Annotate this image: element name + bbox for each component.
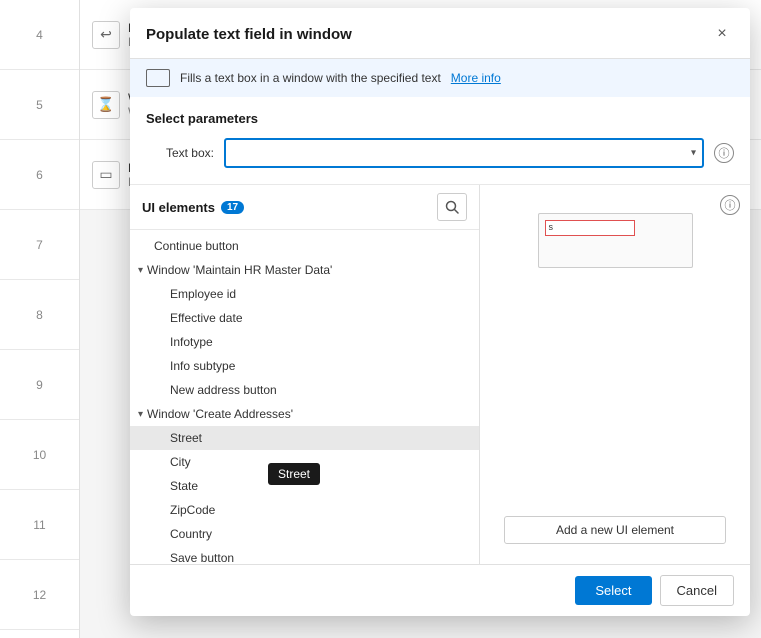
row-5: 5 [0, 70, 79, 140]
row-7: 7 [0, 210, 79, 280]
list-item-window-create[interactable]: ▾ Window 'Create Addresses' [130, 402, 479, 426]
state-label: State [170, 479, 198, 493]
select-button[interactable]: Select [575, 576, 651, 605]
info-bar: Fills a text box in a window with the sp… [130, 59, 750, 97]
row-9: 9 [0, 350, 79, 420]
street-label: Street [170, 431, 202, 445]
preview-panel: ⓘ s Add a new UI element [480, 185, 750, 564]
preview-field: s [545, 220, 635, 236]
list-item-street[interactable]: Street [130, 426, 479, 450]
text-box-label: Text box: [146, 146, 214, 160]
info-box-icon [146, 69, 170, 87]
infotype-label: Infotype [170, 335, 213, 349]
task-5-icon: ⌛ [92, 91, 120, 119]
ui-elements-list: Continue button ▾ Window 'Maintain HR Ma… [130, 230, 479, 564]
preview-box: s [538, 213, 693, 268]
info-bar-text: Fills a text box in a window with the sp… [180, 71, 441, 85]
text-box-select[interactable] [224, 138, 704, 168]
zipcode-label: ZipCode [170, 503, 215, 517]
info-subtype-label: Info subtype [170, 359, 235, 373]
dialog: Populate text field in window × Fills a … [130, 8, 750, 616]
ui-elements-header: UI elements 17 [130, 185, 479, 230]
list-item-state[interactable]: State [130, 474, 479, 498]
row-11: 11 [0, 490, 79, 560]
add-ui-element-button[interactable]: Add a new UI element [504, 516, 725, 544]
task-4-icon: ↩ [92, 21, 120, 49]
list-item-country[interactable]: Country [130, 522, 479, 546]
list-item-city[interactable]: City [130, 450, 479, 474]
dialog-header: Populate text field in window × [130, 8, 750, 59]
list-item-save-button[interactable]: Save button [130, 546, 479, 564]
params-section: Select parameters Text box: ▾ ⓘ [130, 97, 750, 184]
preview-info-button[interactable]: ⓘ [720, 195, 740, 215]
list-item-new-address-button[interactable]: New address button [130, 378, 479, 402]
dialog-body: UI elements 17 Continue button ▾ [130, 184, 750, 564]
expand-icon: ▾ [138, 265, 143, 276]
row-8: 8 [0, 280, 79, 350]
close-button[interactable]: × [710, 22, 734, 46]
more-info-link[interactable]: More info [451, 71, 501, 85]
employee-id-label: Employee id [170, 287, 236, 301]
window-hr-label: Window 'Maintain HR Master Data' [147, 263, 332, 277]
row-6: 6 [0, 140, 79, 210]
list-item-continue-button[interactable]: Continue button [130, 234, 479, 258]
list-item-zipcode[interactable]: ZipCode [130, 498, 479, 522]
country-label: Country [170, 527, 212, 541]
task-6-icon: ▭ [92, 161, 120, 189]
list-item-effective-date[interactable]: Effective date [130, 306, 479, 330]
background-rows: 4 5 6 7 8 9 10 11 12 [0, 0, 80, 638]
dialog-footer: Select Cancel [130, 564, 750, 616]
list-item-infotype[interactable]: Infotype [130, 330, 479, 354]
new-address-button-label: New address button [170, 383, 277, 397]
expand-icon-2: ▾ [138, 409, 143, 420]
row-4: 4 [0, 0, 79, 70]
city-label: City [170, 455, 191, 469]
search-button[interactable] [437, 193, 467, 221]
search-icon [445, 200, 459, 214]
list-item-employee-id[interactable]: Employee id [130, 282, 479, 306]
text-box-info-button[interactable]: ⓘ [714, 143, 734, 163]
effective-date-label: Effective date [170, 311, 243, 325]
ui-elements-panel: UI elements 17 Continue button ▾ [130, 185, 480, 564]
ui-elements-title-wrap: UI elements 17 [142, 200, 244, 215]
save-button-label: Save button [170, 551, 234, 564]
ui-elements-title: UI elements [142, 200, 215, 215]
params-title: Select parameters [146, 111, 734, 126]
window-create-label: Window 'Create Addresses' [147, 407, 293, 421]
continue-button-label: Continue button [154, 239, 239, 253]
list-item-window-hr[interactable]: ▾ Window 'Maintain HR Master Data' [130, 258, 479, 282]
list-item-info-subtype[interactable]: Info subtype [130, 354, 479, 378]
row-12: 12 [0, 560, 79, 630]
row-10: 10 [0, 420, 79, 490]
dialog-title: Populate text field in window [146, 26, 352, 43]
text-box-row: Text box: ▾ ⓘ [146, 138, 734, 168]
text-box-select-wrap: ▾ [224, 138, 704, 168]
ui-elements-badge: 17 [221, 201, 244, 214]
cancel-button[interactable]: Cancel [660, 575, 734, 606]
